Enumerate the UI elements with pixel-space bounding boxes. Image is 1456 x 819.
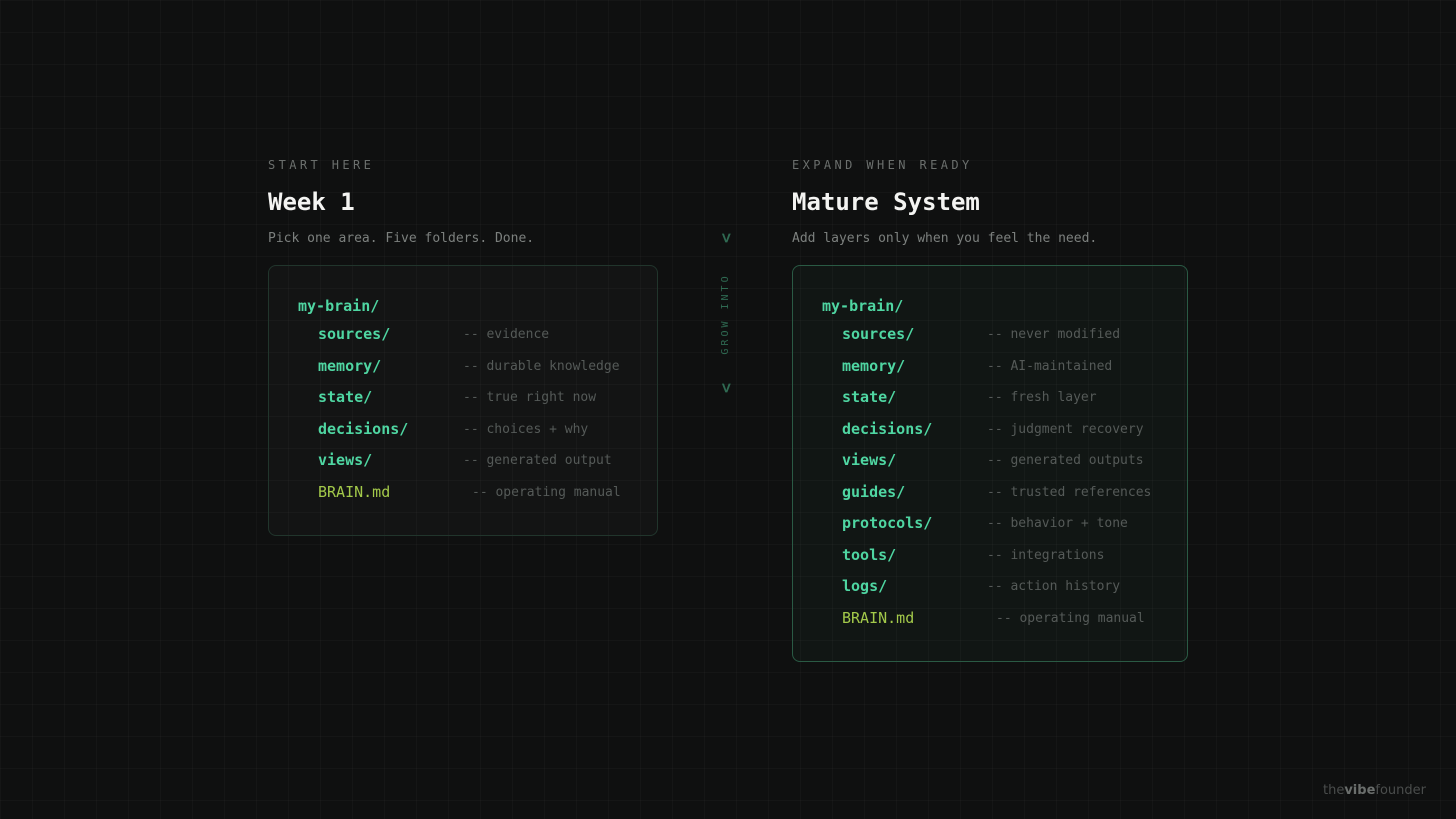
folder-comment: -- true right now	[463, 390, 597, 405]
folder-comment: -- AI-maintained	[987, 358, 1113, 374]
tree-row: sources/ -- evidence	[318, 318, 657, 350]
folder-comment: -- action history	[987, 579, 1121, 594]
tree-row: decisions/ -- judgment recovery	[842, 413, 1187, 445]
panel-title-mature-system: Mature System	[792, 188, 980, 216]
folder-name: sources/	[318, 325, 391, 343]
folder-name: sources/	[842, 325, 915, 343]
tree-row: protocols/ -- behavior + tone	[842, 507, 1187, 539]
panel-subtitle-mature-system: Add layers only when you feel the need.	[792, 231, 1098, 246]
brand-strong: vibe	[1344, 783, 1376, 798]
chevron-right-icon: >	[716, 382, 736, 394]
folder-tree-card-mature-system: my-brain/ sources/ -- never modified mem…	[792, 265, 1188, 662]
folder-name: decisions/	[318, 419, 409, 438]
folder-name: views/	[318, 451, 373, 469]
folder-comment: -- choices + why	[463, 421, 589, 437]
tree-row: views/ -- generated outputs	[842, 444, 1187, 476]
folder-comment: -- never modified	[987, 327, 1121, 342]
folder-comment: -- evidence	[463, 327, 550, 342]
file-comment: -- operating manual	[472, 484, 621, 500]
folder-name: guides/	[842, 482, 906, 501]
eyebrow-start-here: START HERE	[268, 158, 375, 172]
week-1-panel: START HERE Week 1 Pick one area. Five fo…	[268, 157, 658, 536]
chevron-right-icon: >	[716, 232, 736, 244]
folder-comment: -- fresh layer	[987, 390, 1097, 405]
folder-comment: -- generated outputs	[987, 453, 1144, 468]
tree-row: sources/ -- never modified	[842, 318, 1187, 350]
folder-comment: -- behavior + tone	[987, 516, 1128, 531]
tree-row: BRAIN.md -- operating manual	[318, 476, 657, 508]
folder-name: memory/	[842, 356, 906, 375]
root-folder: my-brain/	[822, 297, 904, 315]
panel-subtitle-week-1: Pick one area. Five folders. Done.	[268, 231, 535, 246]
panel-title-week-1: Week 1	[268, 188, 355, 216]
folder-name: state/	[318, 388, 373, 406]
folder-name: protocols/	[842, 514, 933, 532]
tree-row: guides/ -- trusted references	[842, 476, 1187, 508]
folder-name: views/	[842, 451, 897, 469]
folder-name: state/	[842, 388, 897, 406]
file-name: BRAIN.md	[318, 482, 391, 501]
folder-comment: -- durable knowledge	[463, 358, 620, 374]
tree-row: decisions/ -- choices + why	[318, 413, 657, 445]
root-folder: my-brain/	[298, 297, 380, 315]
grow-into-label: GROW INTO	[720, 273, 731, 355]
eyebrow-expand-when-ready: EXPAND WHEN READY	[792, 158, 973, 172]
folder-comment: -- generated output	[463, 453, 612, 468]
folder-name: tools/	[842, 545, 897, 564]
file-comment: -- operating manual	[996, 610, 1145, 626]
tree-row: tools/ -- integrations	[842, 539, 1187, 571]
tree-row: BRAIN.md -- operating manual	[842, 602, 1187, 634]
tree-row: memory/ -- AI-maintained	[842, 350, 1187, 382]
tree-row: logs/ -- action history	[842, 570, 1187, 602]
brand-wordmark: thevibefounder	[1323, 783, 1426, 798]
file-name: BRAIN.md	[842, 608, 915, 627]
tree-row: state/ -- true right now	[318, 381, 657, 413]
tree-row: state/ -- fresh layer	[842, 381, 1187, 413]
folder-comment: -- trusted references	[987, 484, 1152, 500]
mature-system-panel: EXPAND WHEN READY Mature System Add laye…	[792, 157, 1188, 662]
folder-name: memory/	[318, 356, 382, 375]
folder-comment: -- integrations	[987, 547, 1105, 563]
brand-suffix: founder	[1375, 783, 1426, 798]
folder-tree-card-week-1: my-brain/ sources/ -- evidence memory/ -…	[268, 265, 658, 536]
brand-prefix: the	[1322, 783, 1345, 798]
tree-row: memory/ -- durable knowledge	[318, 350, 657, 382]
folder-name: decisions/	[842, 419, 933, 438]
tree-row: views/ -- generated output	[318, 444, 657, 476]
folder-name: logs/	[842, 577, 888, 595]
folder-comment: -- judgment recovery	[987, 421, 1144, 437]
grow-into-divider: > GROW INTO >	[704, 226, 748, 402]
